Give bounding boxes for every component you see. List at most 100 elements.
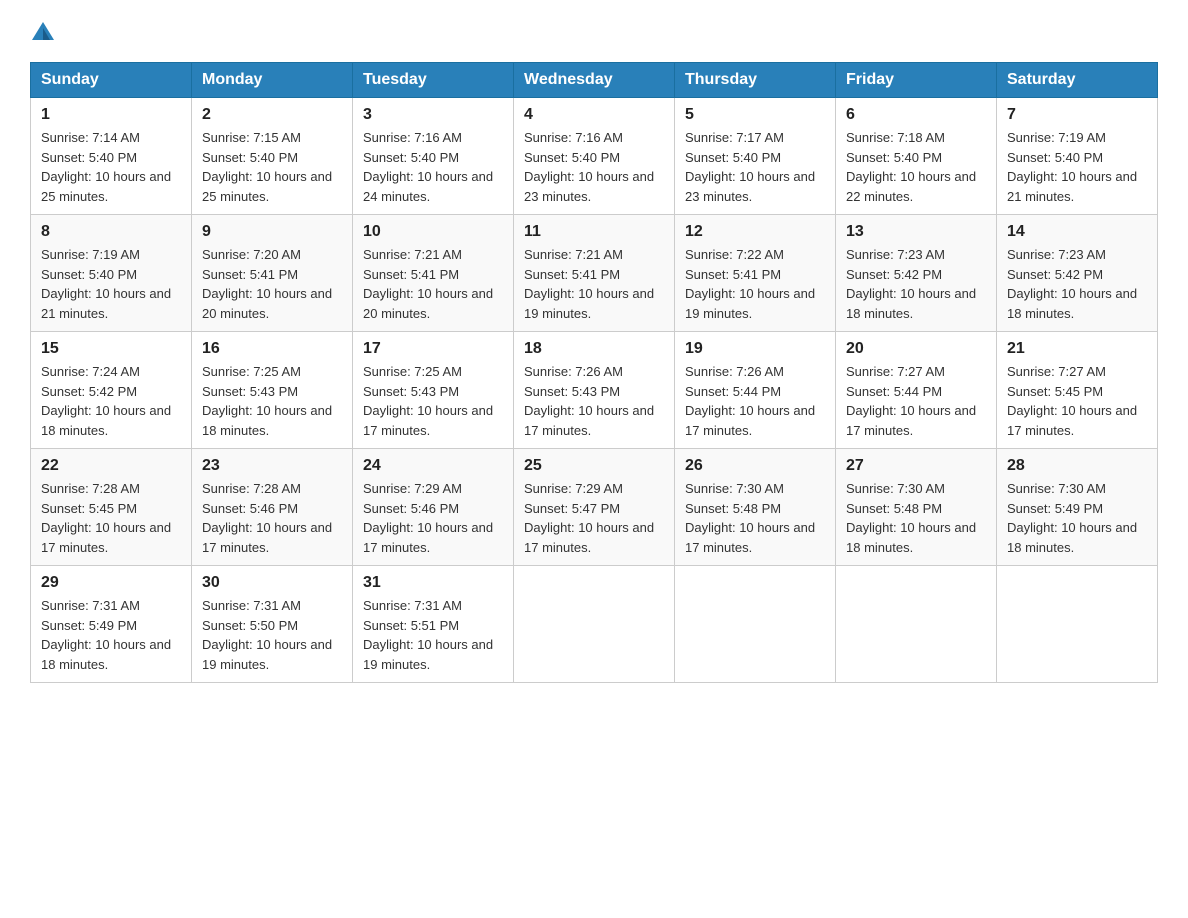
table-row: 27 Sunrise: 7:30 AM Sunset: 5:48 PM Dayl… (836, 449, 997, 566)
day-info: Sunrise: 7:17 AM Sunset: 5:40 PM Dayligh… (685, 128, 825, 206)
daylight-label: Daylight: 10 hours and 17 minutes. (363, 520, 493, 555)
day-number: 22 (41, 457, 181, 475)
sunset-label: Sunset: 5:49 PM (1007, 501, 1103, 516)
table-row: 13 Sunrise: 7:23 AM Sunset: 5:42 PM Dayl… (836, 215, 997, 332)
sunset-label: Sunset: 5:41 PM (202, 267, 298, 282)
day-info: Sunrise: 7:15 AM Sunset: 5:40 PM Dayligh… (202, 128, 342, 206)
day-info: Sunrise: 7:21 AM Sunset: 5:41 PM Dayligh… (524, 245, 664, 323)
day-number: 27 (846, 457, 986, 475)
day-number: 1 (41, 106, 181, 124)
table-row: 26 Sunrise: 7:30 AM Sunset: 5:48 PM Dayl… (675, 449, 836, 566)
sunrise-label: Sunrise: 7:23 AM (1007, 247, 1106, 262)
day-number: 29 (41, 574, 181, 592)
daylight-label: Daylight: 10 hours and 22 minutes. (846, 169, 976, 204)
table-row: 20 Sunrise: 7:27 AM Sunset: 5:44 PM Dayl… (836, 332, 997, 449)
calendar-table: Sunday Monday Tuesday Wednesday Thursday… (30, 62, 1158, 683)
col-header-thursday: Thursday (675, 63, 836, 98)
header (30, 20, 1158, 42)
sunrise-label: Sunrise: 7:17 AM (685, 130, 784, 145)
day-info: Sunrise: 7:30 AM Sunset: 5:48 PM Dayligh… (685, 479, 825, 557)
daylight-label: Daylight: 10 hours and 18 minutes. (846, 286, 976, 321)
sunset-label: Sunset: 5:42 PM (846, 267, 942, 282)
table-row: 25 Sunrise: 7:29 AM Sunset: 5:47 PM Dayl… (514, 449, 675, 566)
table-row: 14 Sunrise: 7:23 AM Sunset: 5:42 PM Dayl… (997, 215, 1158, 332)
sunset-label: Sunset: 5:48 PM (685, 501, 781, 516)
sunrise-label: Sunrise: 7:30 AM (846, 481, 945, 496)
day-number: 8 (41, 223, 181, 241)
sunset-label: Sunset: 5:42 PM (41, 384, 137, 399)
day-info: Sunrise: 7:16 AM Sunset: 5:40 PM Dayligh… (524, 128, 664, 206)
day-info: Sunrise: 7:23 AM Sunset: 5:42 PM Dayligh… (1007, 245, 1147, 323)
sunrise-label: Sunrise: 7:31 AM (363, 598, 462, 613)
daylight-label: Daylight: 10 hours and 20 minutes. (363, 286, 493, 321)
sunrise-label: Sunrise: 7:19 AM (41, 247, 140, 262)
daylight-label: Daylight: 10 hours and 17 minutes. (41, 520, 171, 555)
daylight-label: Daylight: 10 hours and 18 minutes. (1007, 286, 1137, 321)
day-info: Sunrise: 7:19 AM Sunset: 5:40 PM Dayligh… (1007, 128, 1147, 206)
table-row: 8 Sunrise: 7:19 AM Sunset: 5:40 PM Dayli… (31, 215, 192, 332)
sunrise-label: Sunrise: 7:14 AM (41, 130, 140, 145)
sunrise-label: Sunrise: 7:31 AM (202, 598, 301, 613)
sunrise-label: Sunrise: 7:15 AM (202, 130, 301, 145)
day-info: Sunrise: 7:28 AM Sunset: 5:45 PM Dayligh… (41, 479, 181, 557)
day-number: 10 (363, 223, 503, 241)
day-number: 2 (202, 106, 342, 124)
sunset-label: Sunset: 5:43 PM (363, 384, 459, 399)
day-number: 14 (1007, 223, 1147, 241)
sunset-label: Sunset: 5:45 PM (41, 501, 137, 516)
table-row: 24 Sunrise: 7:29 AM Sunset: 5:46 PM Dayl… (353, 449, 514, 566)
table-row: 15 Sunrise: 7:24 AM Sunset: 5:42 PM Dayl… (31, 332, 192, 449)
day-info: Sunrise: 7:28 AM Sunset: 5:46 PM Dayligh… (202, 479, 342, 557)
daylight-label: Daylight: 10 hours and 17 minutes. (202, 520, 332, 555)
day-info: Sunrise: 7:30 AM Sunset: 5:48 PM Dayligh… (846, 479, 986, 557)
daylight-label: Daylight: 10 hours and 17 minutes. (524, 520, 654, 555)
day-number: 6 (846, 106, 986, 124)
table-row: 10 Sunrise: 7:21 AM Sunset: 5:41 PM Dayl… (353, 215, 514, 332)
day-info: Sunrise: 7:24 AM Sunset: 5:42 PM Dayligh… (41, 362, 181, 440)
col-header-monday: Monday (192, 63, 353, 98)
sunset-label: Sunset: 5:46 PM (363, 501, 459, 516)
sunrise-label: Sunrise: 7:28 AM (202, 481, 301, 496)
daylight-label: Daylight: 10 hours and 20 minutes. (202, 286, 332, 321)
day-number: 3 (363, 106, 503, 124)
day-info: Sunrise: 7:22 AM Sunset: 5:41 PM Dayligh… (685, 245, 825, 323)
sunset-label: Sunset: 5:40 PM (685, 150, 781, 165)
daylight-label: Daylight: 10 hours and 18 minutes. (1007, 520, 1137, 555)
sunset-label: Sunset: 5:40 PM (363, 150, 459, 165)
day-info: Sunrise: 7:23 AM Sunset: 5:42 PM Dayligh… (846, 245, 986, 323)
sunrise-label: Sunrise: 7:30 AM (685, 481, 784, 496)
daylight-label: Daylight: 10 hours and 17 minutes. (524, 403, 654, 438)
sunset-label: Sunset: 5:50 PM (202, 618, 298, 633)
sunset-label: Sunset: 5:41 PM (524, 267, 620, 282)
logo (30, 20, 54, 42)
sunrise-label: Sunrise: 7:20 AM (202, 247, 301, 262)
col-header-sunday: Sunday (31, 63, 192, 98)
day-number: 31 (363, 574, 503, 592)
sunrise-label: Sunrise: 7:25 AM (202, 364, 301, 379)
sunset-label: Sunset: 5:44 PM (846, 384, 942, 399)
sunset-label: Sunset: 5:51 PM (363, 618, 459, 633)
daylight-label: Daylight: 10 hours and 19 minutes. (685, 286, 815, 321)
daylight-label: Daylight: 10 hours and 17 minutes. (1007, 403, 1137, 438)
day-number: 19 (685, 340, 825, 358)
table-row: 1 Sunrise: 7:14 AM Sunset: 5:40 PM Dayli… (31, 98, 192, 215)
day-info: Sunrise: 7:14 AM Sunset: 5:40 PM Dayligh… (41, 128, 181, 206)
table-row: 11 Sunrise: 7:21 AM Sunset: 5:41 PM Dayl… (514, 215, 675, 332)
calendar-week-row: 15 Sunrise: 7:24 AM Sunset: 5:42 PM Dayl… (31, 332, 1158, 449)
daylight-label: Daylight: 10 hours and 18 minutes. (41, 637, 171, 672)
sunrise-label: Sunrise: 7:29 AM (524, 481, 623, 496)
day-info: Sunrise: 7:31 AM Sunset: 5:50 PM Dayligh… (202, 596, 342, 674)
day-info: Sunrise: 7:25 AM Sunset: 5:43 PM Dayligh… (202, 362, 342, 440)
sunset-label: Sunset: 5:43 PM (202, 384, 298, 399)
calendar-week-row: 29 Sunrise: 7:31 AM Sunset: 5:49 PM Dayl… (31, 566, 1158, 683)
table-row: 16 Sunrise: 7:25 AM Sunset: 5:43 PM Dayl… (192, 332, 353, 449)
sunrise-label: Sunrise: 7:25 AM (363, 364, 462, 379)
day-number: 15 (41, 340, 181, 358)
calendar-week-row: 8 Sunrise: 7:19 AM Sunset: 5:40 PM Dayli… (31, 215, 1158, 332)
table-row: 5 Sunrise: 7:17 AM Sunset: 5:40 PM Dayli… (675, 98, 836, 215)
day-number: 4 (524, 106, 664, 124)
daylight-label: Daylight: 10 hours and 23 minutes. (685, 169, 815, 204)
sunset-label: Sunset: 5:40 PM (41, 267, 137, 282)
sunset-label: Sunset: 5:40 PM (1007, 150, 1103, 165)
day-info: Sunrise: 7:26 AM Sunset: 5:43 PM Dayligh… (524, 362, 664, 440)
